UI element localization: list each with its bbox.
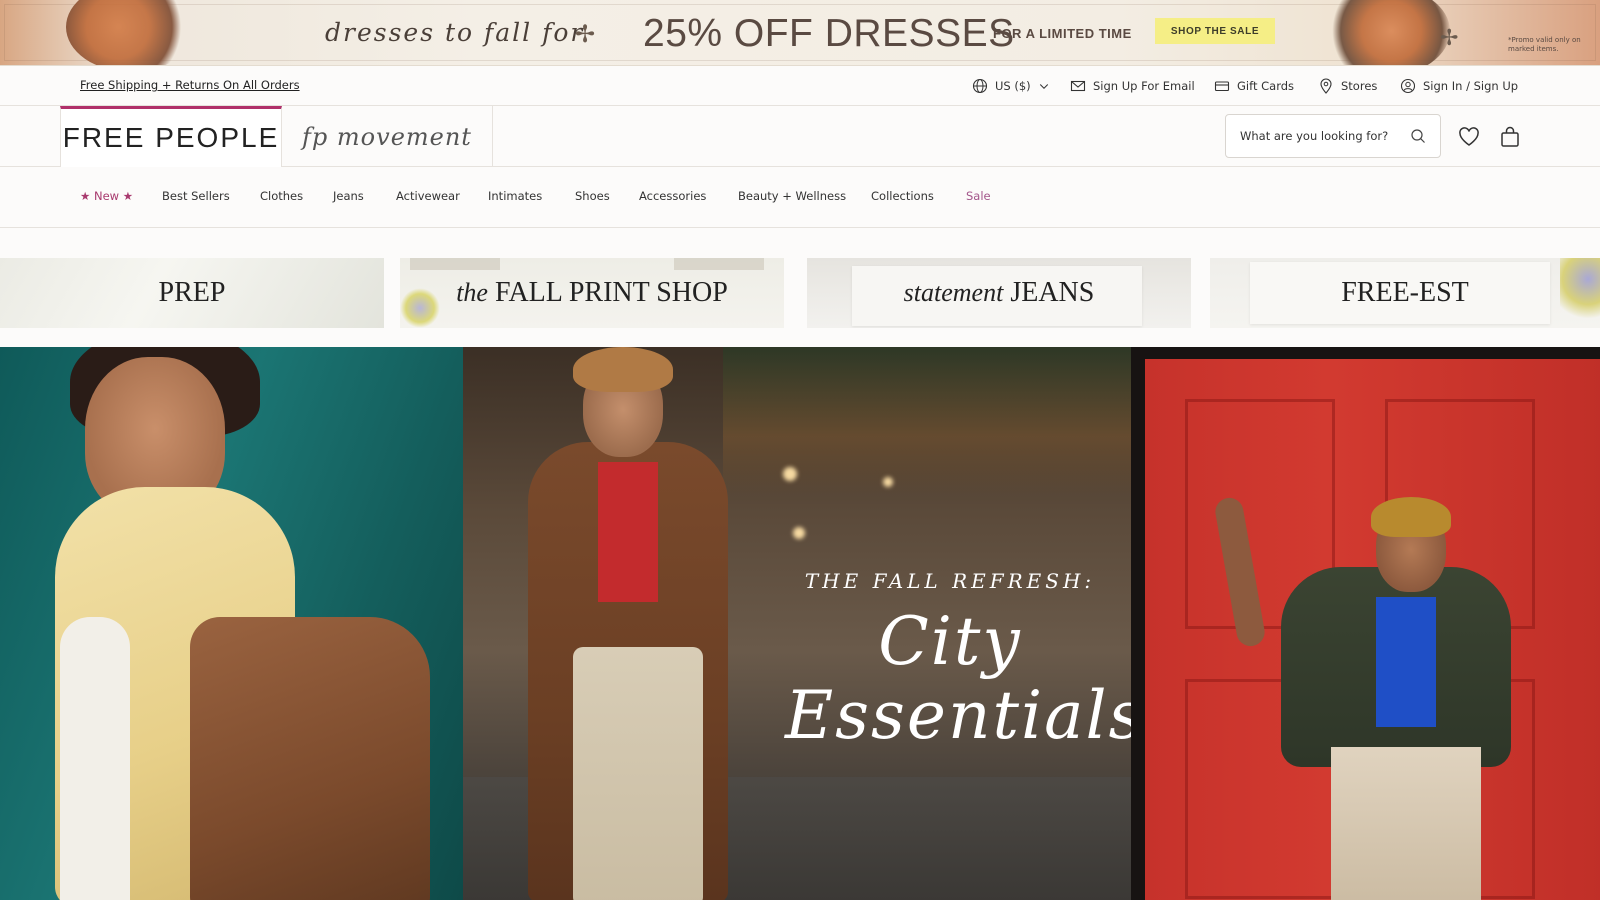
dragonfly-icon: ✢ bbox=[575, 20, 596, 48]
nav-item-beauty-wellness[interactable]: Beauty + Wellness bbox=[738, 189, 846, 203]
model-vest bbox=[598, 462, 658, 602]
tile-fall-print-shop[interactable]: the FALL PRINT SHOP bbox=[400, 258, 784, 328]
heart-icon[interactable] bbox=[1457, 125, 1481, 149]
floral-decoration bbox=[1560, 258, 1600, 328]
tape-decoration bbox=[674, 258, 764, 270]
hero-title-line-1: City bbox=[878, 603, 1022, 680]
gift-cards-label: Gift Cards bbox=[1237, 79, 1295, 93]
model-headscarf bbox=[1371, 497, 1451, 537]
chevron-down-icon bbox=[1039, 84, 1048, 89]
user-icon bbox=[1400, 78, 1416, 94]
search-icon[interactable] bbox=[1410, 128, 1426, 144]
hero-banner[interactable]: THE FALL REFRESH: City Essentials bbox=[0, 347, 1600, 900]
tile-label: statement JEANS bbox=[903, 277, 1095, 308]
hero-photo-left bbox=[0, 347, 463, 900]
globe-icon bbox=[972, 78, 988, 94]
nav-item-best-sellers[interactable]: Best Sellers bbox=[162, 189, 230, 203]
floral-decoration bbox=[1320, 0, 1450, 65]
tape-decoration bbox=[410, 258, 500, 270]
nav-item-sale[interactable]: Sale bbox=[966, 189, 991, 203]
bokeh-light bbox=[783, 467, 797, 481]
nav-item-collections[interactable]: Collections bbox=[871, 189, 934, 203]
model-bag bbox=[190, 617, 430, 900]
promo-subtext: FOR A LIMITED TIME bbox=[993, 26, 1132, 41]
stores-link[interactable]: Stores bbox=[1318, 76, 1377, 96]
tile-label: PREP bbox=[158, 277, 226, 308]
shop-the-sale-button[interactable]: SHOP THE SALE bbox=[1155, 18, 1275, 44]
email-signup-label: Sign Up For Email bbox=[1093, 79, 1195, 93]
gift-cards-link[interactable]: Gift Cards bbox=[1214, 76, 1294, 96]
free-shipping-link[interactable]: Free Shipping + Returns On All Orders bbox=[80, 78, 300, 92]
tile-free-est[interactable]: FREE-EST bbox=[1210, 258, 1600, 328]
promo-script-text: dresses to fall for bbox=[325, 18, 585, 47]
search-input[interactable] bbox=[1240, 129, 1410, 143]
search-box bbox=[1225, 114, 1441, 158]
nav-item-clothes[interactable]: Clothes bbox=[260, 189, 303, 203]
hero-headline: THE FALL REFRESH: City Essentials bbox=[785, 569, 1145, 754]
currency-label: US ($) bbox=[995, 79, 1031, 93]
hero-title-line-2: Essentials bbox=[785, 677, 1145, 754]
promo-fine-print: *Promo valid only on marked items. bbox=[1508, 36, 1581, 53]
shopping-bag-icon[interactable] bbox=[1498, 125, 1522, 149]
main-navigation: ★ New ★ Best Sellers Clothes Jeans Activ… bbox=[0, 167, 1600, 228]
tile-label: FREE-EST bbox=[1341, 277, 1469, 308]
tile-statement-jeans[interactable]: statement JEANS bbox=[807, 258, 1191, 328]
sign-in-link[interactable]: Sign In / Sign Up bbox=[1400, 76, 1518, 96]
gift-card-icon bbox=[1214, 81, 1230, 92]
hero-kicker: THE FALL REFRESH: bbox=[804, 569, 1096, 593]
stores-label: Stores bbox=[1341, 79, 1378, 93]
bokeh-light bbox=[793, 527, 805, 539]
hero-photo-right bbox=[1131, 347, 1600, 900]
brand-bar: FREE PEOPLE fp movement bbox=[0, 106, 1600, 167]
model-shirt bbox=[60, 617, 130, 900]
model-beret bbox=[573, 347, 673, 392]
currency-selector[interactable]: US ($) bbox=[972, 76, 1050, 96]
nav-item-shoes[interactable]: Shoes bbox=[575, 189, 610, 203]
location-pin-icon bbox=[1320, 78, 1332, 94]
nav-item-activewear[interactable]: Activewear bbox=[396, 189, 460, 203]
fp-movement-logo[interactable]: fp movement bbox=[282, 106, 493, 167]
promo-banner[interactable]: dresses to fall for ✢ 25% OFF DRESSES FO… bbox=[0, 0, 1600, 66]
floral-decoration bbox=[66, 0, 196, 65]
model-sweater bbox=[1376, 597, 1436, 727]
model-pants bbox=[1331, 747, 1481, 900]
mail-icon bbox=[1070, 80, 1086, 92]
nav-item-accessories[interactable]: Accessories bbox=[639, 189, 706, 203]
model-pants bbox=[573, 647, 703, 900]
bokeh-light bbox=[883, 477, 893, 487]
sign-in-label: Sign In / Sign Up bbox=[1423, 79, 1519, 93]
nav-item-intimates[interactable]: Intimates bbox=[488, 189, 542, 203]
utility-bar: Free Shipping + Returns On All Orders US… bbox=[0, 66, 1600, 106]
email-signup-link[interactable]: Sign Up For Email bbox=[1070, 76, 1195, 96]
free-people-logo[interactable]: FREE PEOPLE bbox=[60, 106, 282, 167]
tile-label: the FALL PRINT SHOP bbox=[456, 277, 728, 308]
nav-item-new[interactable]: ★ New ★ bbox=[80, 189, 133, 203]
promo-headline: 25% OFF DRESSES bbox=[643, 12, 1015, 55]
floral-decoration bbox=[400, 288, 440, 328]
nav-item-jeans[interactable]: Jeans bbox=[333, 189, 364, 203]
dragonfly-icon: ✢ bbox=[1440, 26, 1459, 51]
tile-prep[interactable]: PREP bbox=[0, 258, 384, 328]
